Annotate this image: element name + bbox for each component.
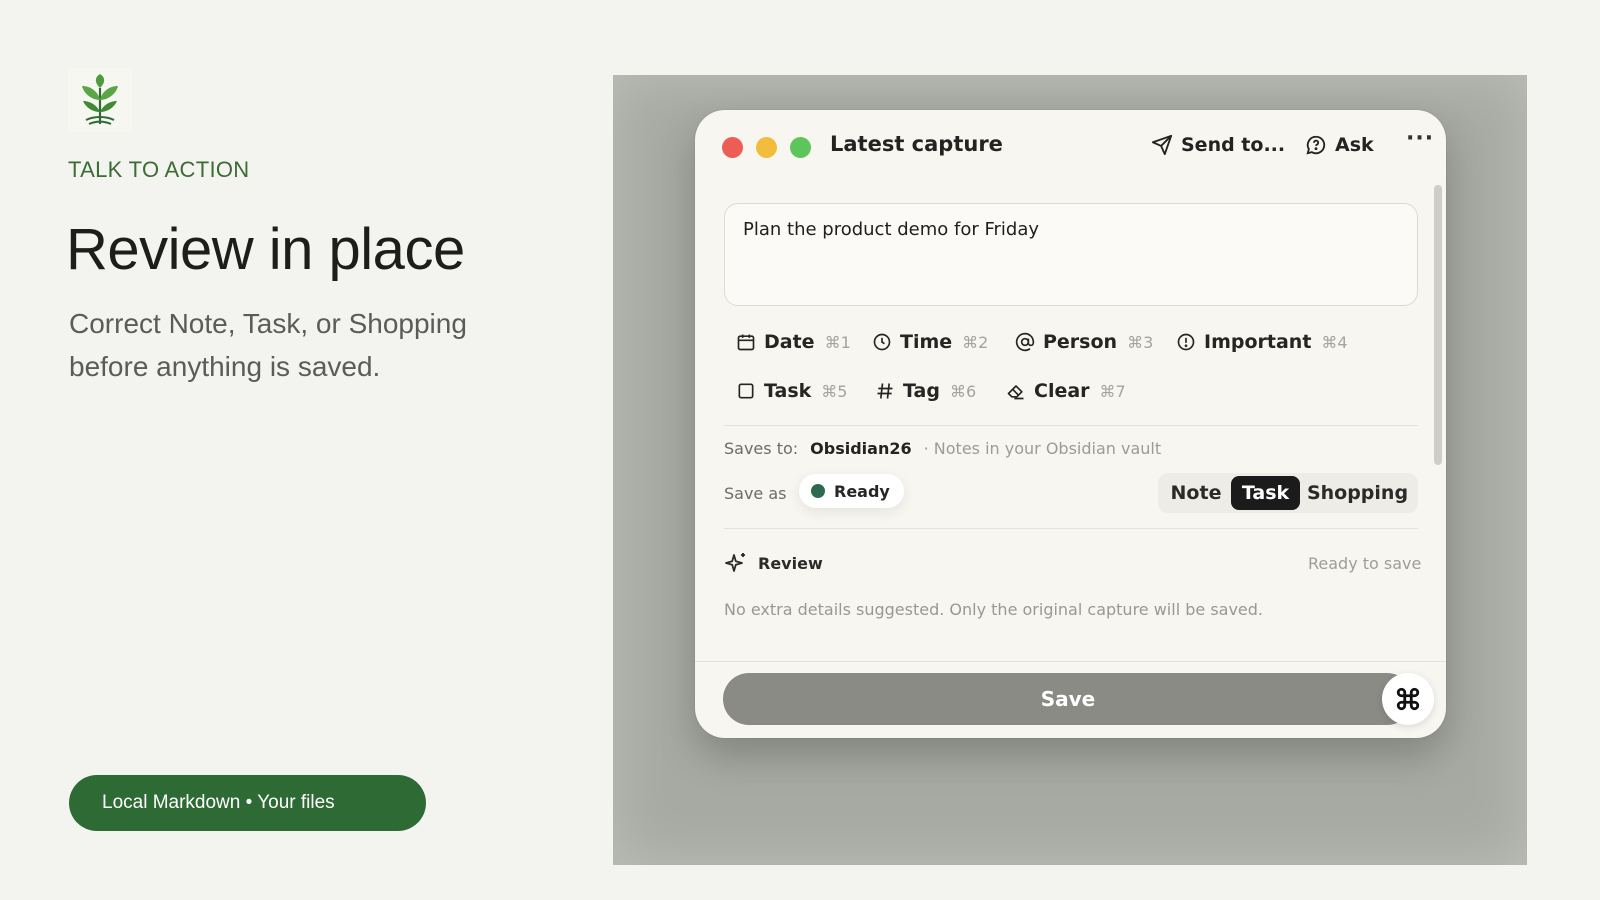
ask-label: Ask	[1335, 134, 1374, 156]
ready-status-badge: Ready	[799, 474, 904, 508]
close-window-button[interactable]	[722, 137, 743, 158]
window-title: Latest capture	[830, 132, 1003, 156]
chip-clear-shortcut: ⌘7	[1099, 381, 1126, 401]
hash-icon	[877, 383, 893, 399]
alert-icon	[1177, 333, 1195, 351]
type-option-task[interactable]: Task	[1231, 476, 1300, 510]
chip-task[interactable]: Task ⌘5	[736, 380, 847, 402]
vault-name[interactable]: Obsidian26	[810, 439, 911, 458]
chip-clear[interactable]: Clear ⌘7	[1006, 380, 1126, 402]
divider	[724, 425, 1418, 426]
ask-button[interactable]: Ask	[1305, 134, 1374, 156]
chat-question-icon	[1306, 135, 1326, 155]
chip-time-label: Time	[900, 331, 953, 353]
minimize-window-button[interactable]	[756, 137, 777, 158]
eraser-icon	[1007, 385, 1024, 400]
type-segmented-control: Note Task Shopping	[1158, 473, 1418, 513]
type-option-note[interactable]: Note	[1161, 476, 1231, 510]
divider	[724, 528, 1418, 529]
save-button[interactable]: Save	[723, 673, 1413, 725]
sprout-icon	[82, 74, 118, 125]
at-icon	[1015, 332, 1035, 352]
send-to-label: Send to...	[1181, 134, 1286, 156]
command-icon	[1396, 687, 1420, 711]
chip-tag-label: Tag	[903, 380, 940, 402]
chip-tag-shortcut: ⌘6	[949, 381, 977, 401]
scrollbar[interactable]	[1434, 185, 1442, 465]
chip-important[interactable]: Important ⌘4	[1176, 331, 1348, 353]
save-as-label: Save as	[724, 484, 787, 503]
calendar-icon	[737, 334, 755, 351]
chip-date[interactable]: Date ⌘1	[736, 331, 851, 353]
ready-label: Ready	[834, 481, 890, 501]
sparkle-icon	[725, 553, 745, 572]
chip-date-label: Date	[764, 331, 815, 353]
chip-task-shortcut: ⌘5	[821, 381, 848, 401]
chip-important-shortcut: ⌘4	[1321, 332, 1348, 352]
more-options-button[interactable]: ···	[1406, 126, 1434, 151]
capture-window: Latest capture Send to... Ask ··· Plan t…	[695, 110, 1446, 738]
review-status: Ready to save	[1308, 554, 1422, 573]
chip-important-label: Important	[1204, 331, 1312, 353]
chip-clear-label: Clear	[1034, 380, 1090, 402]
review-label: Review	[758, 553, 823, 573]
eyebrow-label: TALK TO ACTION	[68, 157, 250, 182]
chip-time[interactable]: Time ⌘2	[872, 331, 988, 353]
vault-description: · Notes in your Obsidian vault	[923, 439, 1162, 458]
send-to-button[interactable]: Send to...	[1151, 134, 1285, 156]
saves-to-row: Saves to: Obsidian26 · Notes in your Obs…	[724, 439, 1161, 458]
app-logo	[68, 68, 132, 132]
chip-person-label: Person	[1043, 331, 1118, 353]
saves-to-label: Saves to:	[724, 439, 799, 458]
status-dot	[811, 484, 825, 498]
clock-icon	[873, 333, 891, 351]
chip-time-shortcut: ⌘2	[962, 332, 989, 352]
chip-task-label: Task	[764, 380, 812, 402]
subheading: Correct Note, Task, or Shopping before a…	[69, 308, 467, 382]
review-header: Review	[724, 551, 823, 575]
chip-person-shortcut: ⌘3	[1127, 332, 1154, 352]
capture-text-field[interactable]: Plan the product demo for Friday	[724, 203, 1418, 306]
maximize-window-button[interactable]	[790, 137, 811, 158]
checkbox-icon	[738, 383, 754, 399]
review-note: No extra details suggested. Only the ori…	[724, 600, 1264, 619]
footer-divider	[695, 661, 1446, 662]
chip-person[interactable]: Person ⌘3	[1015, 331, 1153, 353]
command-button[interactable]	[1382, 673, 1434, 725]
chip-date-shortcut: ⌘1	[824, 332, 851, 352]
chip-tag[interactable]: Tag ⌘6	[875, 380, 976, 402]
type-option-shopping[interactable]: Shopping	[1300, 476, 1415, 510]
feature-pill: Local Markdown • Your files	[69, 775, 426, 831]
page-title: Review in place	[66, 217, 465, 282]
send-icon	[1151, 134, 1173, 156]
feature-pill-label: Local Markdown • Your files	[102, 792, 335, 813]
